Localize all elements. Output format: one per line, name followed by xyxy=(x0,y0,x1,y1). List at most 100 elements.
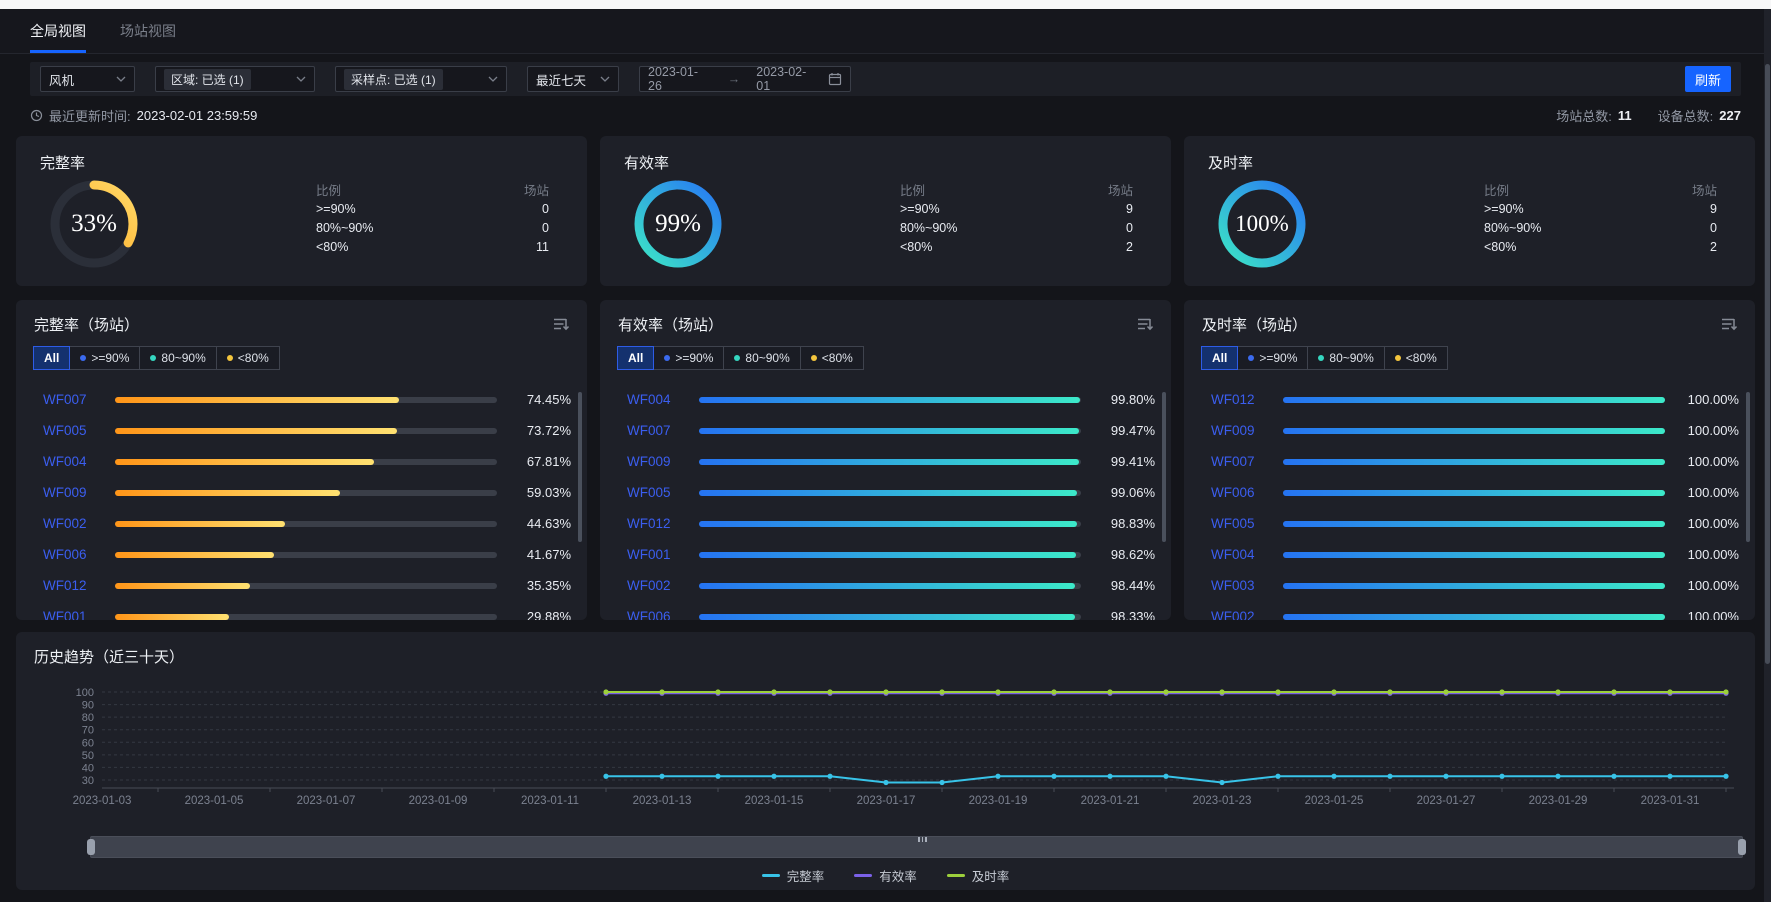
station-link[interactable]: WF006 xyxy=(627,609,699,620)
status-row: 最近更新时间: 2023-02-01 23:59:59 场站总数:11 设备总数… xyxy=(30,106,1741,124)
card-title: 完整率 xyxy=(40,152,85,173)
region-select[interactable]: 区域: 已选 (1) xyxy=(155,66,315,92)
svg-text:60: 60 xyxy=(82,737,94,749)
chevron-down-icon xyxy=(116,76,126,82)
sample-point-select[interactable]: 采样点: 已选 (1) xyxy=(335,66,507,92)
panel-scrollbar-thumb[interactable] xyxy=(1162,392,1166,542)
chip-range-3[interactable]: <80% xyxy=(800,346,864,370)
time-range-select[interactable]: 最近七天 xyxy=(527,66,619,92)
table-header-row: 比例场站 xyxy=(1484,180,1717,199)
panel-scrollbar-thumb[interactable] xyxy=(1746,392,1750,542)
chip-range-2[interactable]: 80~90% xyxy=(723,346,800,370)
bar-row: WF004100.00% xyxy=(1184,539,1755,570)
bar-fill xyxy=(115,521,285,527)
chip-range-3[interactable]: <80% xyxy=(1384,346,1448,370)
legend-item[interactable]: 有效率 xyxy=(854,866,917,885)
chip-dot-icon xyxy=(80,355,86,361)
station-link[interactable]: WF006 xyxy=(1211,485,1283,500)
station-column-header: 场站 xyxy=(1692,180,1717,199)
datazoom-slider[interactable] xyxy=(90,836,1743,858)
station-link[interactable]: WF007 xyxy=(627,423,699,438)
bar-value: 99.80% xyxy=(1093,392,1155,407)
bar-fill xyxy=(115,583,250,589)
device-total-value: 227 xyxy=(1719,108,1741,123)
chip-label: All xyxy=(628,351,643,365)
station-link[interactable]: WF007 xyxy=(1211,454,1283,469)
summary-card: 有效率99%比例场站>=90%980%~90%0<80%2 xyxy=(600,136,1171,286)
station-link[interactable]: WF003 xyxy=(1211,578,1283,593)
station-link[interactable]: WF001 xyxy=(627,547,699,562)
chip-label: 80~90% xyxy=(161,351,205,365)
station-link[interactable]: WF004 xyxy=(43,454,115,469)
slider-right-handle[interactable] xyxy=(1738,839,1746,855)
history-trend-chart: 304050607080901002023-01-032023-01-05202… xyxy=(16,676,1755,836)
chip-label: >=90% xyxy=(675,351,713,365)
chip-label: All xyxy=(44,351,59,365)
station-link[interactable]: WF009 xyxy=(43,485,115,500)
legend-item[interactable]: 完整率 xyxy=(762,866,825,885)
station-link[interactable]: WF012 xyxy=(1211,392,1283,407)
bar-track xyxy=(115,459,497,465)
chip-range-1[interactable]: >=90% xyxy=(1237,346,1308,370)
bar-row: WF006100.00% xyxy=(1184,477,1755,508)
sort-desc-icon[interactable] xyxy=(1720,316,1737,332)
station-link[interactable]: WF012 xyxy=(627,516,699,531)
station-link[interactable]: WF002 xyxy=(43,516,115,531)
station-link[interactable]: WF004 xyxy=(627,392,699,407)
bar-track xyxy=(1283,397,1665,403)
slider-left-handle[interactable] xyxy=(87,839,95,855)
filter-chips: All >=90% 80~90% <80% xyxy=(34,346,280,370)
summary-card: 及时率100%比例场站>=90%980%~90%0<80%2 xyxy=(1184,136,1755,286)
bar-value: 67.81% xyxy=(509,454,571,469)
svg-text:100: 100 xyxy=(76,687,94,699)
tab-station-view[interactable]: 场站视图 xyxy=(120,9,176,53)
station-link[interactable]: WF002 xyxy=(627,578,699,593)
station-link[interactable]: WF009 xyxy=(1211,423,1283,438)
chip-all[interactable]: All xyxy=(617,346,654,370)
device-type-select[interactable]: 风机 xyxy=(40,66,135,92)
bar-track xyxy=(1283,490,1665,496)
bar-fill xyxy=(115,397,399,403)
chip-range-2[interactable]: 80~90% xyxy=(1307,346,1384,370)
refresh-button[interactable]: 刷新 xyxy=(1685,66,1731,92)
station-link[interactable]: WF007 xyxy=(43,392,115,407)
bar-fill xyxy=(699,490,1077,496)
station-link[interactable]: WF005 xyxy=(1211,516,1283,531)
station-link[interactable]: WF002 xyxy=(1211,609,1283,620)
station-link[interactable]: WF005 xyxy=(627,485,699,500)
svg-text:2023-01-07: 2023-01-07 xyxy=(297,795,356,807)
page-scrollbar-thumb[interactable] xyxy=(1765,64,1770,664)
chip-range-3[interactable]: <80% xyxy=(216,346,280,370)
tab-global-view[interactable]: 全局视图 xyxy=(30,9,86,53)
station-link[interactable]: WF001 xyxy=(43,609,115,620)
station-column-header: 场站 xyxy=(524,180,549,199)
chip-range-1[interactable]: >=90% xyxy=(653,346,724,370)
sort-desc-icon[interactable] xyxy=(552,316,569,332)
bar-row: WF00198.62% xyxy=(600,539,1171,570)
date-range-picker[interactable]: 2023-01-26 → 2023-02-01 xyxy=(639,66,851,92)
panel-scrollbar-thumb[interactable] xyxy=(578,392,582,542)
chip-range-1[interactable]: >=90% xyxy=(69,346,140,370)
slider-grip-icon[interactable] xyxy=(917,837,929,843)
svg-text:2023-01-25: 2023-01-25 xyxy=(1305,795,1364,807)
sample-selected-tag: 采样点: 已选 (1) xyxy=(344,69,443,90)
chip-all[interactable]: All xyxy=(33,346,70,370)
bar-fill xyxy=(1283,397,1665,403)
chip-label: >=90% xyxy=(1259,351,1297,365)
bar-fill xyxy=(699,397,1080,403)
chip-all[interactable]: All xyxy=(1201,346,1238,370)
svg-text:30: 30 xyxy=(82,775,94,787)
sort-desc-icon[interactable] xyxy=(1136,316,1153,332)
table-row: <80%11 xyxy=(316,237,549,256)
station-link[interactable]: WF009 xyxy=(627,454,699,469)
station-link[interactable]: WF004 xyxy=(1211,547,1283,562)
bar-track xyxy=(115,428,497,434)
bar-track xyxy=(1283,521,1665,527)
station-link[interactable]: WF005 xyxy=(43,423,115,438)
station-link[interactable]: WF006 xyxy=(43,547,115,562)
chip-range-2[interactable]: 80~90% xyxy=(139,346,216,370)
legend-item[interactable]: 及时率 xyxy=(947,866,1010,885)
bar-row: WF012100.00% xyxy=(1184,384,1755,415)
station-link[interactable]: WF012 xyxy=(43,578,115,593)
table-row: 80%~90%0 xyxy=(316,218,549,237)
